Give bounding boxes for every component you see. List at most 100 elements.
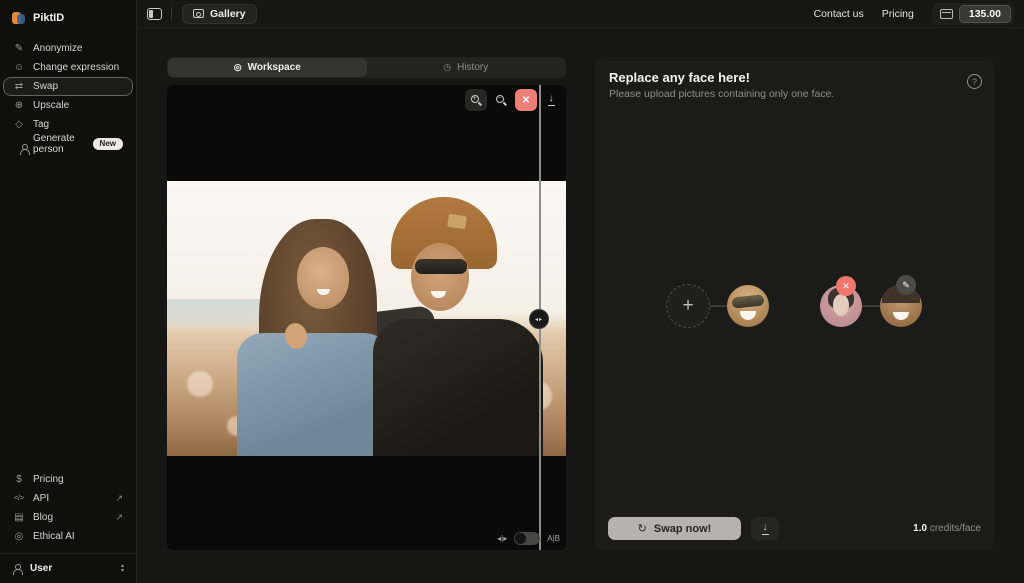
pencil-icon: ✎ — [902, 280, 910, 291]
swap-now-label: Swap now! — [654, 523, 711, 535]
sidebar-item-pricing[interactable]: $ Pricing — [3, 470, 133, 489]
tab-label: History — [457, 62, 488, 73]
panel-title: Replace any face here! — [595, 57, 995, 85]
remove-image-button[interactable]: ✕ — [515, 89, 537, 111]
sidebar-item-swap[interactable]: ⇄ Swap — [3, 77, 133, 96]
aperture-icon: ◎ — [234, 62, 242, 73]
close-icon: ✕ — [842, 281, 850, 292]
dollar-icon: $ — [13, 474, 25, 485]
gallery-button[interactable]: Gallery — [182, 4, 257, 24]
external-link-icon: ↗ — [115, 493, 123, 504]
panel-subtitle: Please upload pictures containing only o… — [595, 85, 995, 100]
sidebar-item-api[interactable]: </> API ↗ — [3, 489, 133, 508]
compare-controls: ◂|▸ A|B — [497, 532, 560, 545]
credits-per-face-unit: credits/face — [927, 523, 981, 534]
workspace-tabbar: ◎ Workspace ◷ History — [167, 57, 566, 78]
credits-balance-value: 135.00 — [959, 5, 1011, 23]
sidebar: PiktID ✎ Anonymize ☺ Change expression ⇄… — [0, 0, 137, 583]
photo-right-woman-face — [411, 243, 469, 311]
panel-footer: ↻ Swap now! ↓ 1.0 credits/face — [608, 517, 981, 540]
sidebar-nav: ✎ Anonymize ☺ Change expression ⇄ Swap ⊕… — [3, 39, 133, 153]
sidebar-item-label: Ethical AI — [33, 531, 75, 542]
sidebar-item-anonymize[interactable]: ✎ Anonymize — [3, 39, 133, 58]
photo-sunglasses — [415, 259, 467, 274]
sidebar-item-tag[interactable]: ◇ Tag — [3, 115, 133, 134]
remove-face-button[interactable]: ✕ — [836, 276, 856, 296]
face-connector — [710, 305, 727, 307]
globe-icon: ◎ — [13, 531, 25, 542]
close-icon: ✕ — [522, 95, 530, 106]
user-icon — [12, 564, 22, 574]
contact-us-link[interactable]: Contact us — [814, 8, 864, 20]
user-menu[interactable]: User ▴▾ — [0, 553, 136, 583]
tag-icon: ◇ — [13, 119, 25, 130]
sidebar-item-label: Anonymize — [33, 43, 82, 54]
tab-label: Workspace — [248, 62, 301, 73]
gallery-button-label: Gallery — [210, 8, 246, 20]
zoom-out-icon: − — [496, 95, 507, 106]
tab-workspace[interactable]: ◎ Workspace — [168, 58, 367, 77]
sidebar-item-label: Blog — [33, 512, 53, 523]
zoom-in-icon: + — [471, 95, 482, 106]
credits-balance[interactable]: 135.00 — [932, 3, 1014, 25]
download-icon: ↓ — [548, 94, 555, 106]
app-window: PiktID ✎ Anonymize ☺ Change expression ⇄… — [0, 0, 1024, 583]
new-badge: New — [93, 138, 123, 150]
sidebar-item-blog[interactable]: ▤ Blog ↗ — [3, 508, 133, 527]
refresh-icon: ↻ — [638, 522, 647, 535]
compare-icon: ◂|▸ — [497, 534, 507, 543]
sidebar-item-upscale[interactable]: ⊕ Upscale — [3, 96, 133, 115]
piktid-logo-icon — [12, 11, 26, 25]
sidebar-item-label: Pricing — [33, 474, 64, 485]
sidebar-item-label: Upscale — [33, 100, 69, 111]
ab-toggle[interactable] — [514, 532, 540, 545]
topbar: Gallery Contact us Pricing 135.00 — [137, 0, 1024, 28]
topbar-divider — [171, 7, 172, 21]
face-swap-panel: Replace any face here! Please upload pic… — [595, 57, 995, 550]
pricing-link[interactable]: Pricing — [882, 8, 914, 20]
anonymize-icon: ✎ — [13, 43, 25, 54]
face-connector — [862, 305, 880, 307]
ab-label: A|B — [547, 534, 560, 543]
credits-per-face: 1.0 credits/face — [913, 523, 981, 534]
sidebar-item-label: Change expression — [33, 62, 119, 73]
edit-face-button[interactable]: ✎ — [896, 275, 916, 295]
credit-card-icon — [940, 9, 953, 19]
app-title: PiktID — [33, 12, 64, 24]
sidebar-item-label: Generate person — [33, 133, 85, 155]
canvas-toolbar: + − ✕ ↓ — [465, 89, 562, 111]
user-label: User — [30, 563, 52, 574]
magnifier-plus-icon: ⊕ — [13, 100, 25, 111]
download-icon: ↓ — [762, 523, 769, 535]
clock-icon: ◷ — [443, 62, 451, 73]
sidebar-item-generate-person[interactable]: Generate person New — [3, 134, 133, 153]
tab-history[interactable]: ◷ History — [367, 58, 566, 77]
uploaded-photo — [167, 181, 566, 456]
download-image-button[interactable]: ↓ — [540, 89, 562, 111]
sidebar-item-label: API — [33, 493, 49, 504]
sidebar-toggle-icon[interactable] — [147, 8, 162, 20]
sidebar-item-label: Swap — [33, 81, 58, 92]
faces-row: + ✕ ✎ — [595, 284, 995, 344]
sidebar-footer-nav: $ Pricing </> API ↗ ▤ Blog ↗ ◎ Ethical A… — [3, 470, 133, 546]
zoom-out-button[interactable]: − — [490, 89, 512, 111]
toggle-knob — [515, 533, 526, 544]
photo-left-woman-face — [297, 247, 349, 309]
external-link-icon: ↗ — [115, 512, 123, 523]
image-canvas: + − ✕ ↓ — [167, 85, 566, 550]
chevron-updown-icon: ▴▾ — [121, 564, 124, 574]
download-result-button[interactable]: ↓ — [751, 517, 779, 540]
help-icon[interactable]: ? — [967, 74, 982, 89]
sidebar-item-change-expression[interactable]: ☺ Change expression — [3, 58, 133, 77]
compare-slider-handle[interactable]: ◂▸ — [529, 309, 549, 329]
zoom-in-button[interactable]: + — [465, 89, 487, 111]
detected-face-avatar[interactable] — [727, 285, 769, 327]
photo-right-woman-jacket — [373, 319, 543, 456]
add-face-button[interactable]: + — [666, 284, 710, 328]
credits-per-face-value: 1.0 — [913, 523, 927, 534]
code-icon: </> — [13, 495, 25, 502]
smiley-icon: ☺ — [13, 62, 25, 73]
logo[interactable]: PiktID — [0, 0, 136, 25]
swap-now-button[interactable]: ↻ Swap now! — [608, 517, 741, 540]
sidebar-item-ethical-ai[interactable]: ◎ Ethical AI — [3, 527, 133, 546]
